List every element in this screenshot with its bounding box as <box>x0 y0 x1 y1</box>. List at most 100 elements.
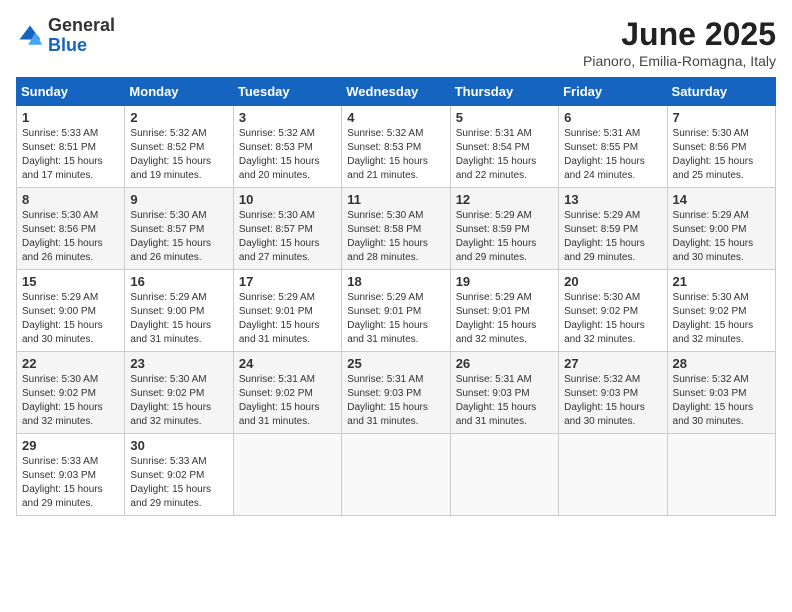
table-row: 28Sunrise: 5:32 AMSunset: 9:03 PMDayligh… <box>667 352 775 434</box>
day-number: 9 <box>130 192 227 207</box>
title-block: June 2025 Pianoro, Emilia-Romagna, Italy <box>583 16 776 69</box>
logo-blue-text: Blue <box>48 35 87 55</box>
day-info: Sunrise: 5:30 AMSunset: 8:56 PMDaylight:… <box>673 128 754 181</box>
table-row <box>342 434 450 516</box>
table-row: 3Sunrise: 5:32 AMSunset: 8:53 PMDaylight… <box>233 106 341 188</box>
table-row: 27 Sunrise: 5:32 AMSunset: 9:03 PMDayligh… <box>559 352 667 434</box>
calendar-row: 15Sunrise: 5:29 AMSunset: 9:00 PMDayligh… <box>17 270 776 352</box>
day-info: Sunrise: 5:33 AMSunset: 9:02 PMDaylight:… <box>130 456 211 509</box>
day-number: 18 <box>347 274 444 289</box>
day-info: Sunrise: 5:31 AMSunset: 9:03 PMDaylight:… <box>347 374 428 427</box>
col-tuesday: Tuesday <box>233 78 341 106</box>
calendar-row: 29 Sunrise: 5:33 AMSunset: 9:03 PMDayligh… <box>17 434 776 516</box>
calendar-table: Sunday Monday Tuesday Wednesday Thursday… <box>16 77 776 516</box>
day-number: 10 <box>239 192 336 207</box>
day-number: 29 <box>22 438 119 453</box>
table-row: 21Sunrise: 5:30 AMSunset: 9:02 PMDayligh… <box>667 270 775 352</box>
table-row: 30 Sunrise: 5:33 AMSunset: 9:02 PMDayligh… <box>125 434 233 516</box>
table-row: 15Sunrise: 5:29 AMSunset: 9:00 PMDayligh… <box>17 270 125 352</box>
day-info: Sunrise: 5:32 AMSunset: 9:03 PMDaylight:… <box>564 374 645 427</box>
day-number: 14 <box>673 192 770 207</box>
month-title: June 2025 <box>583 16 776 53</box>
table-row: 19Sunrise: 5:29 AMSunset: 9:01 PMDayligh… <box>450 270 558 352</box>
day-info: Sunrise: 5:30 AMSunset: 9:02 PMDaylight:… <box>564 292 645 345</box>
table-row: 16 Sunrise: 5:29 AMSunset: 9:00 PMDayligh… <box>125 270 233 352</box>
table-row: 10 Sunrise: 5:30 AMSunset: 8:57 PMDayligh… <box>233 188 341 270</box>
col-saturday: Saturday <box>667 78 775 106</box>
day-number: 2 <box>130 110 227 125</box>
day-number: 30 <box>130 438 227 453</box>
location: Pianoro, Emilia-Romagna, Italy <box>583 53 776 69</box>
day-info: Sunrise: 5:29 AMSunset: 8:59 PMDaylight:… <box>564 210 645 263</box>
day-info: Sunrise: 5:31 AMSunset: 8:54 PMDaylight:… <box>456 128 537 181</box>
logo-general-text: General <box>48 15 115 35</box>
day-info: Sunrise: 5:33 AMSunset: 9:03 PMDaylight:… <box>22 456 103 509</box>
day-number: 16 <box>130 274 227 289</box>
table-row: 9 Sunrise: 5:30 AMSunset: 8:57 PMDaylight… <box>125 188 233 270</box>
table-row: 18 Sunrise: 5:29 AMSunset: 9:01 PMDayligh… <box>342 270 450 352</box>
col-monday: Monday <box>125 78 233 106</box>
table-row: 20 Sunrise: 5:30 AMSunset: 9:02 PMDayligh… <box>559 270 667 352</box>
day-info: Sunrise: 5:29 AMSunset: 9:01 PMDaylight:… <box>239 292 320 345</box>
calendar-row: 22 Sunrise: 5:30 AMSunset: 9:02 PMDayligh… <box>17 352 776 434</box>
day-info: Sunrise: 5:31 AMSunset: 9:03 PMDaylight:… <box>456 374 537 427</box>
table-row: 12 Sunrise: 5:29 AMSunset: 8:59 PMDayligh… <box>450 188 558 270</box>
day-number: 4 <box>347 110 444 125</box>
day-number: 11 <box>347 192 444 207</box>
table-row: 7 Sunrise: 5:30 AMSunset: 8:56 PMDaylight… <box>667 106 775 188</box>
table-row: 8 Sunrise: 5:30 AMSunset: 8:56 PMDaylight… <box>17 188 125 270</box>
day-info: Sunrise: 5:32 AMSunset: 8:52 PMDaylight:… <box>130 128 211 181</box>
day-info: Sunrise: 5:33 AMSunset: 8:51 PMDaylight:… <box>22 128 103 181</box>
table-row: 11Sunrise: 5:30 AMSunset: 8:58 PMDayligh… <box>342 188 450 270</box>
table-row <box>233 434 341 516</box>
table-row: 14 Sunrise: 5:29 AMSunset: 9:00 PMDayligh… <box>667 188 775 270</box>
day-number: 25 <box>347 356 444 371</box>
table-row: 5 Sunrise: 5:31 AMSunset: 8:54 PMDaylight… <box>450 106 558 188</box>
day-info: Sunrise: 5:29 AMSunset: 9:00 PMDaylight:… <box>130 292 211 345</box>
day-info: Sunrise: 5:30 AMSunset: 9:02 PMDaylight:… <box>130 374 211 427</box>
day-info: Sunrise: 5:30 AMSunset: 8:56 PMDaylight:… <box>22 210 103 263</box>
table-row: 1 Sunrise: 5:33 AMSunset: 8:51 PMDaylight… <box>17 106 125 188</box>
day-info: Sunrise: 5:32 AMSunset: 8:53 PMDaylight:… <box>347 128 428 181</box>
day-number: 6 <box>564 110 661 125</box>
col-sunday: Sunday <box>17 78 125 106</box>
table-row: 23Sunrise: 5:30 AMSunset: 9:02 PMDayligh… <box>125 352 233 434</box>
day-info: Sunrise: 5:30 AMSunset: 8:57 PMDaylight:… <box>239 210 320 263</box>
day-info: Sunrise: 5:30 AMSunset: 8:57 PMDaylight:… <box>130 210 211 263</box>
table-row <box>667 434 775 516</box>
logo-icon <box>16 22 44 50</box>
day-number: 17 <box>239 274 336 289</box>
table-row: 26 Sunrise: 5:31 AMSunset: 9:03 PMDayligh… <box>450 352 558 434</box>
day-number: 1 <box>22 110 119 125</box>
day-number: 20 <box>564 274 661 289</box>
day-number: 22 <box>22 356 119 371</box>
day-info: Sunrise: 5:31 AMSunset: 9:02 PMDaylight:… <box>239 374 320 427</box>
table-row: 4 Sunrise: 5:32 AMSunset: 8:53 PMDaylight… <box>342 106 450 188</box>
day-info: Sunrise: 5:32 AMSunset: 9:03 PMDaylight:… <box>673 374 754 427</box>
col-wednesday: Wednesday <box>342 78 450 106</box>
table-row: 13 Sunrise: 5:29 AMSunset: 8:59 PMDayligh… <box>559 188 667 270</box>
table-row: 6Sunrise: 5:31 AMSunset: 8:55 PMDaylight… <box>559 106 667 188</box>
logo: General Blue <box>16 16 115 56</box>
calendar-header-row: Sunday Monday Tuesday Wednesday Thursday… <box>17 78 776 106</box>
table-row <box>450 434 558 516</box>
day-number: 8 <box>22 192 119 207</box>
table-row: 24Sunrise: 5:31 AMSunset: 9:02 PMDayligh… <box>233 352 341 434</box>
day-number: 21 <box>673 274 770 289</box>
day-number: 5 <box>456 110 553 125</box>
day-info: Sunrise: 5:29 AMSunset: 9:00 PMDaylight:… <box>673 210 754 263</box>
day-info: Sunrise: 5:29 AMSunset: 9:00 PMDaylight:… <box>22 292 103 345</box>
calendar-row: 8 Sunrise: 5:30 AMSunset: 8:56 PMDaylight… <box>17 188 776 270</box>
day-info: Sunrise: 5:29 AMSunset: 8:59 PMDaylight:… <box>456 210 537 263</box>
day-number: 12 <box>456 192 553 207</box>
table-row: 25 Sunrise: 5:31 AMSunset: 9:03 PMDayligh… <box>342 352 450 434</box>
table-row: 22Sunrise: 5:30 AMSunset: 9:02 PMDayligh… <box>17 352 125 434</box>
day-number: 27 <box>564 356 661 371</box>
day-number: 7 <box>673 110 770 125</box>
day-number: 13 <box>564 192 661 207</box>
day-info: Sunrise: 5:32 AMSunset: 8:53 PMDaylight:… <box>239 128 320 181</box>
day-number: 26 <box>456 356 553 371</box>
day-info: Sunrise: 5:29 AMSunset: 9:01 PMDaylight:… <box>347 292 428 345</box>
table-row: 29 Sunrise: 5:33 AMSunset: 9:03 PMDayligh… <box>17 434 125 516</box>
table-row: 17 Sunrise: 5:29 AMSunset: 9:01 PMDayligh… <box>233 270 341 352</box>
